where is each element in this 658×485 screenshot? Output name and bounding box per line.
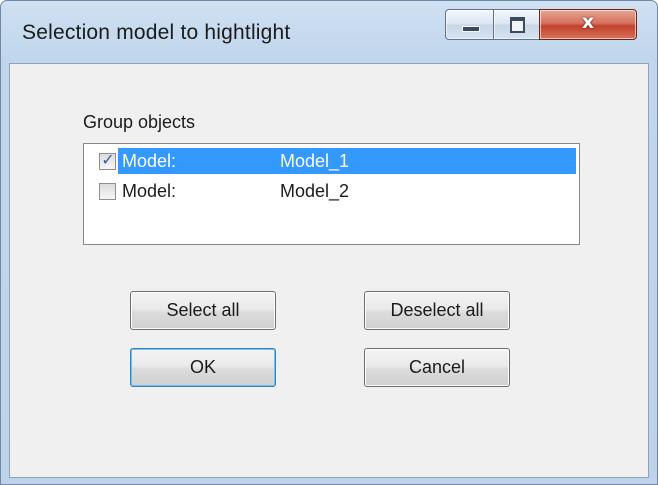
- close-icon: x: [581, 11, 595, 33]
- list-item-text: Model: Model_1: [118, 148, 576, 174]
- group-objects-label: Group objects: [83, 112, 196, 132]
- deselect-all-button[interactable]: Deselect all: [364, 291, 510, 330]
- minimize-icon: [462, 26, 480, 32]
- maximize-icon: [510, 17, 525, 33]
- title-bar[interactable]: Selection model to hightlight x: [1, 1, 657, 63]
- list-item-text: Model: Model_2: [118, 178, 576, 204]
- item-checkbox[interactable]: [99, 183, 116, 200]
- caption-buttons: x: [445, 9, 653, 40]
- item-type: Model:: [122, 151, 177, 171]
- close-button[interactable]: x: [539, 9, 637, 40]
- item-name: Model_2: [280, 181, 350, 201]
- dialog-body: Group objects ✓ Model: Model_1 Model: Mo…: [9, 63, 649, 478]
- item-name: Model_1: [280, 151, 350, 171]
- item-type: Model:: [122, 181, 177, 201]
- dialog-window: Selection model to hightlight x Group ob…: [0, 0, 658, 485]
- window-title: Selection model to hightlight: [22, 21, 291, 44]
- cancel-button[interactable]: Cancel: [364, 348, 510, 387]
- list-item[interactable]: ✓ Model: Model_1: [85, 146, 578, 176]
- item-checkbox[interactable]: ✓: [99, 150, 116, 170]
- minimize-button[interactable]: [445, 9, 495, 40]
- ok-button[interactable]: OK: [130, 348, 276, 387]
- checkmark-icon: ✓: [101, 150, 115, 169]
- maximize-button[interactable]: [493, 9, 541, 40]
- group-objects-list[interactable]: ✓ Model: Model_1 Model: Model_2: [83, 143, 580, 245]
- list-item[interactable]: Model: Model_2: [85, 176, 578, 206]
- select-all-button[interactable]: Select all: [130, 291, 276, 330]
